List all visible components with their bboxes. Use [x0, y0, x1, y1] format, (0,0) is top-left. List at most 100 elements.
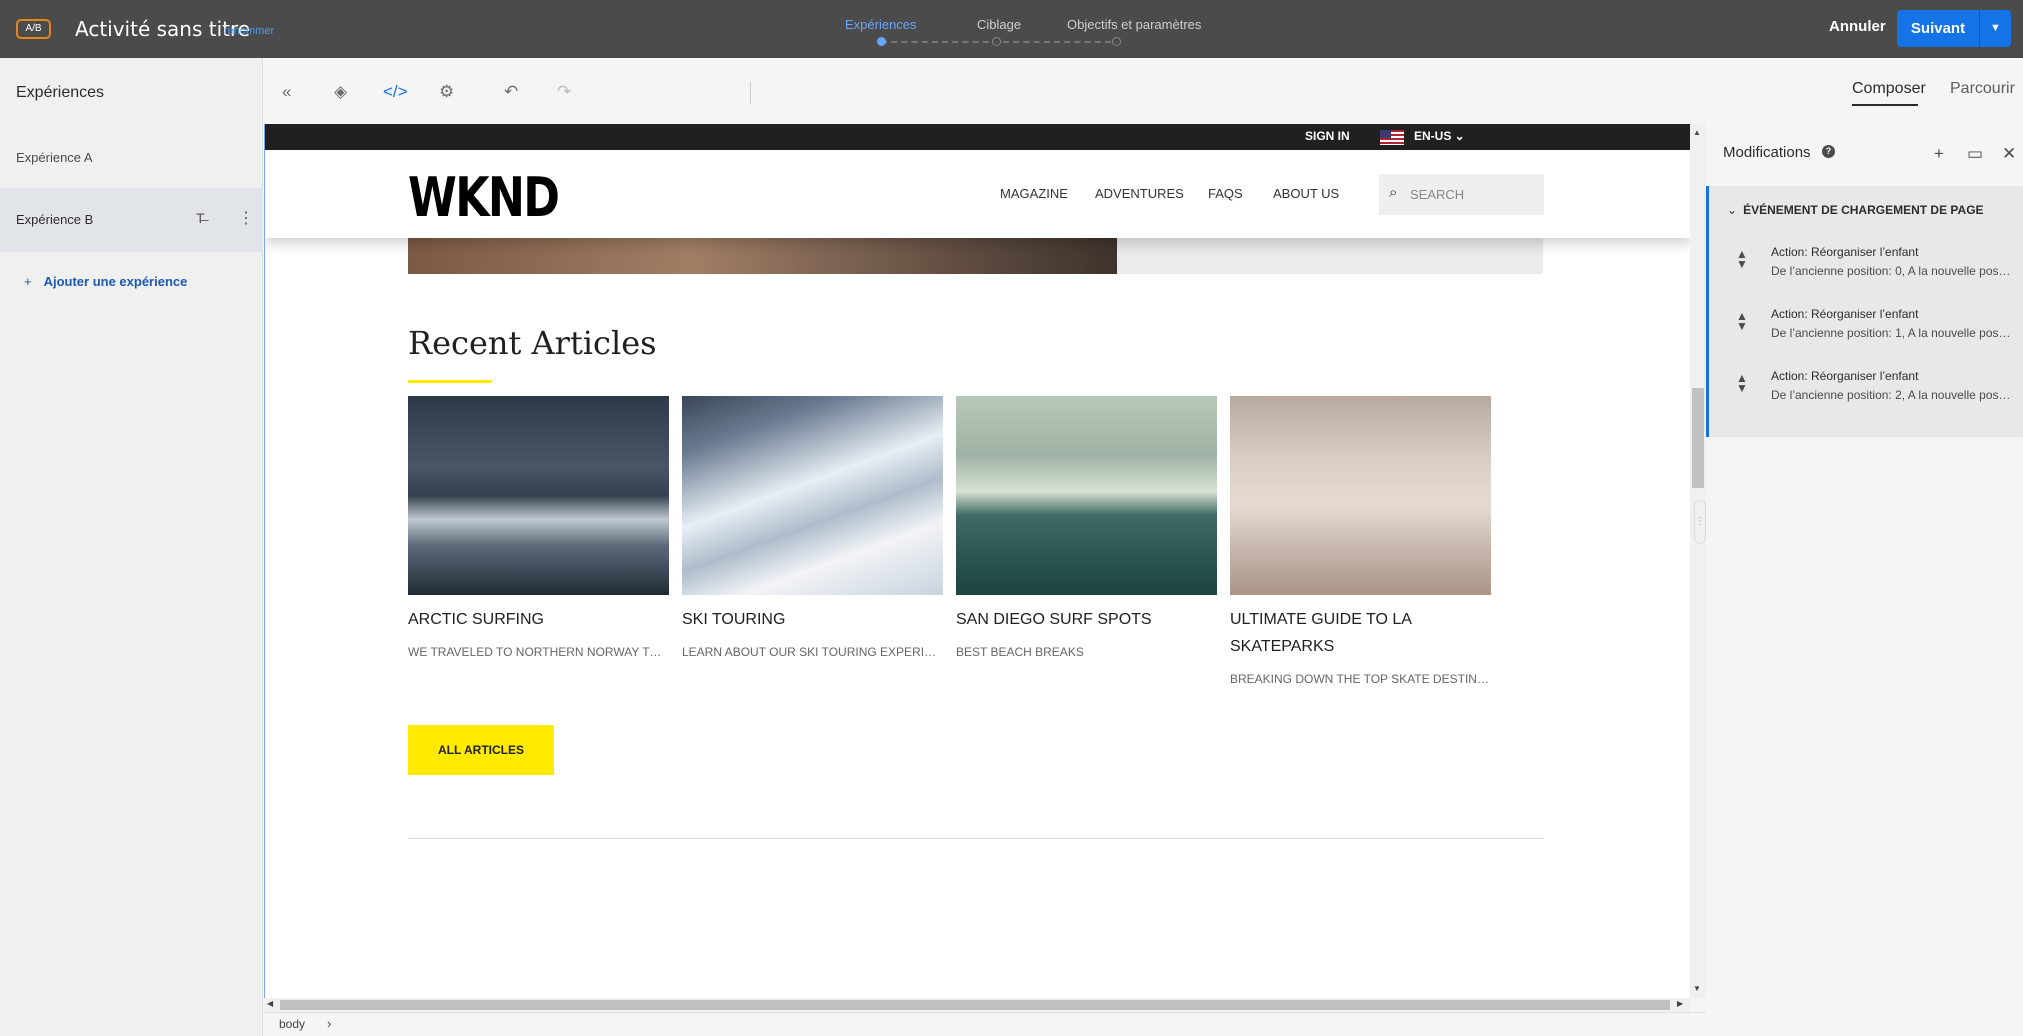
action-label: Action: Réorganiser l’enfant — [1771, 245, 1919, 259]
code-icon[interactable]: </> — [383, 82, 408, 102]
divider — [408, 838, 1544, 839]
help-icon[interactable]: ? — [1822, 145, 1835, 158]
next-button[interactable]: Suivant — [1897, 10, 1979, 47]
scroll-left-icon[interactable]: ◀ — [267, 999, 273, 1008]
breadcrumb-body[interactable]: body — [279, 1017, 305, 1031]
action-detail: De l’ancienne position: 0, A la nouvelle… — [1771, 264, 2011, 278]
article-title: SKI TOURING — [682, 611, 786, 628]
search-icon: ⌕ — [1389, 184, 1398, 201]
section-title: Recent Articles — [408, 324, 657, 362]
article-desc: WE TRAVELED TO NORTHERN NORWAY TO SURF I… — [408, 645, 669, 659]
experience-a[interactable]: Expérience A — [16, 150, 93, 165]
add-experience-button[interactable]: + Ajouter une expérience — [24, 274, 187, 289]
preview-horizontal-scrollbar[interactable]: ◀ ▶ — [264, 998, 1690, 1012]
nav-magazine[interactable]: MAGAZINE — [1000, 186, 1068, 201]
layers-icon[interactable]: ◈ — [334, 82, 347, 102]
wknd-logo[interactable]: WKND — [408, 166, 560, 229]
article-title: SAN DIEGO SURF SPOTS — [956, 611, 1152, 628]
step-progress — [877, 37, 1121, 47]
tab-browse[interactable]: Parcourir — [1950, 80, 2015, 98]
scroll-down-icon[interactable]: ▼ — [1693, 984, 1701, 993]
experience-b-label: Expérience B — [16, 212, 94, 227]
title-underline — [408, 380, 492, 383]
modification-action[interactable]: ▲ ▼ Action: Réorganiser l’enfant De l’anc… — [1709, 294, 2023, 356]
modification-action[interactable]: ▲ ▼ Action: Réorganiser l’enfant De l’anc… — [1709, 232, 2023, 294]
nav-adventures[interactable]: ADVENTURES — [1095, 186, 1184, 201]
resize-handle[interactable]: ⋮ — [1694, 500, 1706, 544]
chevron-down-icon: ⌄ — [1727, 203, 1738, 217]
top-bar: A/B Activité sans titre renommer Expérie… — [0, 0, 2023, 58]
article-title: ULTIMATE GUIDE TO LA SKATEPARKS — [1230, 611, 1412, 655]
scroll-thumb[interactable] — [1692, 388, 1704, 488]
article-title: ARCTIC SURFING — [408, 611, 544, 628]
article-image-arctic-surfing — [408, 396, 669, 595]
more-options-icon[interactable]: ⋮ — [238, 208, 254, 228]
rename-text-icon[interactable]: T̶ — [196, 210, 205, 226]
chevron-right-icon: › — [327, 1016, 332, 1031]
step-dot-2 — [992, 37, 1001, 46]
article-card[interactable]: ULTIMATE GUIDE TO LA SKATEPARKS BREAKING… — [1230, 396, 1491, 686]
modification-action[interactable]: ▲ ▼ Action: Réorganiser l’enfant De l’anc… — [1709, 356, 2023, 418]
element-breadcrumb: body › — [264, 1012, 1706, 1036]
event-header[interactable]: ⌄ ÉVÉNEMENT DE CHARGEMENT DE PAGE — [1727, 203, 1984, 217]
rename-link[interactable]: renommer — [224, 25, 274, 37]
article-image-skatepark — [1230, 396, 1491, 595]
site-header: WKND MAGAZINE ADVENTURES FAQS ABOUT US ⌕… — [265, 150, 1690, 238]
step-targeting[interactable]: Ciblage — [977, 17, 1021, 32]
experiences-header: Expériences — [16, 84, 105, 101]
article-card[interactable]: SKI TOURING LEARN ABOUT OUR SKI TOURING … — [682, 396, 943, 659]
page-load-event-group: ⌄ ÉVÉNEMENT DE CHARGEMENT DE PAGE ▲ ▼ Acti… — [1706, 186, 2023, 437]
experience-b[interactable]: Expérience B T̶ ⋮ — [0, 188, 263, 252]
modifications-title: Modifications — [1723, 144, 1811, 161]
site-search[interactable]: ⌕ SEARCH — [1379, 174, 1544, 215]
scroll-right-icon[interactable]: ▶ — [1677, 999, 1683, 1008]
action-label: Action: Réorganiser l’enfant — [1771, 369, 1919, 383]
compose-underline — [1852, 104, 1918, 106]
undo-icon[interactable]: ↶ — [504, 82, 518, 102]
nav-about-us[interactable]: ABOUT US — [1273, 186, 1339, 201]
ab-badge: A/B — [16, 19, 51, 39]
gear-icon[interactable]: ⚙ — [439, 82, 454, 102]
reorder-icon: ▲ ▼ — [1736, 247, 1748, 271]
article-desc: BEST BEACH BREAKS — [956, 645, 1084, 659]
sign-in-link[interactable]: SIGN IN — [1305, 129, 1350, 143]
language-label: EN-US — [1414, 129, 1452, 143]
event-label: ÉVÉNEMENT DE CHARGEMENT DE PAGE — [1743, 203, 1984, 217]
toolbar-divider — [750, 82, 751, 104]
step-goals-settings[interactable]: Objectifs et paramètres — [1067, 17, 1201, 32]
search-placeholder: SEARCH — [1410, 187, 1465, 202]
cancel-button[interactable]: Annuler — [1829, 18, 1886, 35]
experiences-panel: Expériences Expérience A Expérience B T̶… — [0, 58, 263, 1036]
all-articles-button[interactable]: ALL ARTICLES — [408, 725, 554, 775]
scroll-up-icon[interactable]: ▲ — [1693, 128, 1701, 137]
article-desc: LEARN ABOUT OUR SKI TOURING EXPERIENCE — [682, 645, 943, 659]
article-card[interactable]: ARCTIC SURFING WE TRAVELED TO NORTHERN N… — [408, 396, 669, 659]
step-dot-3 — [1112, 37, 1121, 46]
site-preview: SIGN IN EN-US ⌄ WKND MAGAZINE ADVENTURES… — [264, 124, 1690, 998]
action-detail: De l’ancienne position: 2, A la nouvelle… — [1771, 388, 2011, 402]
close-icon[interactable]: ✕ — [2002, 144, 2016, 164]
add-experience-label: Ajouter une expérience — [43, 274, 188, 289]
language-selector[interactable]: EN-US ⌄ — [1414, 129, 1465, 143]
tab-compose[interactable]: Composer — [1852, 80, 1926, 98]
scroll-thumb[interactable] — [280, 1000, 1670, 1010]
chevron-down-icon[interactable]: ▼ — [1980, 10, 2011, 47]
reorder-icon: ▲ ▼ — [1736, 309, 1748, 333]
us-flag-icon — [1380, 130, 1404, 145]
preview-vertical-scrollbar[interactable]: ▲ ▼ — [1690, 124, 1706, 998]
article-card[interactable]: SAN DIEGO SURF SPOTS BEST BEACH BREAKS — [956, 396, 1217, 659]
article-desc: BREAKING DOWN THE TOP SKATE DESTINATIONS — [1230, 672, 1491, 686]
step-dot-1 — [877, 37, 886, 46]
step-experiences[interactable]: Expériences — [845, 17, 917, 32]
redo-icon[interactable]: ↷ — [557, 82, 571, 102]
add-icon[interactable]: + — [1934, 144, 1944, 164]
nav-faqs[interactable]: FAQS — [1208, 186, 1243, 201]
collapse-icon[interactable]: « — [282, 82, 291, 102]
action-label: Action: Réorganiser l’enfant — [1771, 307, 1919, 321]
article-image-ski-touring — [682, 396, 943, 595]
reorder-icon: ▲ ▼ — [1736, 371, 1748, 395]
hero-image — [408, 238, 1117, 274]
article-image-san-diego — [956, 396, 1217, 595]
panel-layout-icon[interactable]: ▭ — [1967, 144, 1983, 164]
action-detail: De l’ancienne position: 1, A la nouvelle… — [1771, 326, 2011, 340]
